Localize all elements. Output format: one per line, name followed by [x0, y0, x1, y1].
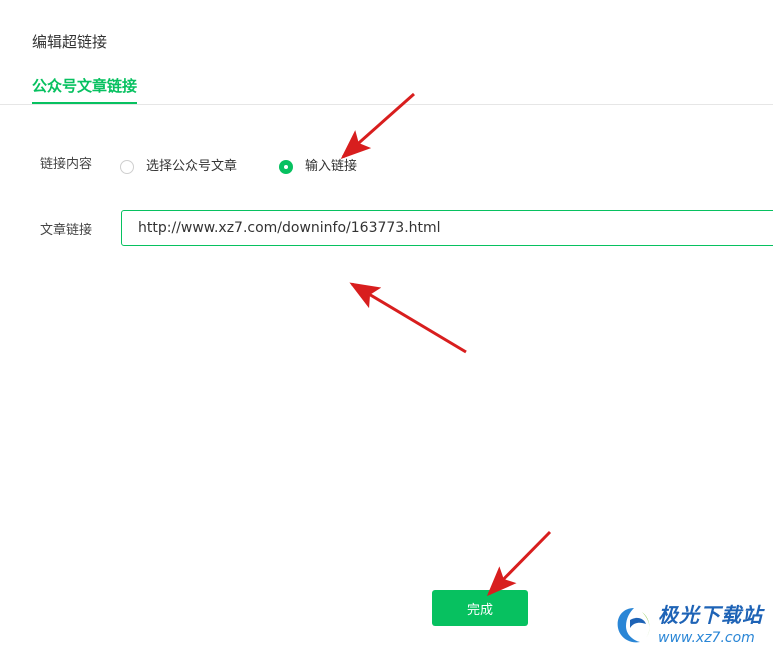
article-link-label: 文章链接: [40, 223, 93, 238]
radio-input-link[interactable]: 输入链接: [279, 158, 357, 176]
watermark-url: www.xz7.com: [658, 630, 755, 646]
radio-select-article-label: 选择公众号文章: [146, 159, 238, 174]
watermark-title: 极光下载站: [658, 603, 763, 627]
tab-official-account-article-link[interactable]: 公众号文章链接: [32, 76, 138, 104]
radio-checked-icon[interactable]: [279, 160, 293, 174]
edit-hyperlink-dialog: 编辑超链接 公众号文章链接 链接内容 选择公众号文章 输入链接 文章链接 完成 …: [0, 0, 773, 655]
annotation-arrow-to-done-button: [486, 530, 552, 597]
dialog-title: 编辑超链接: [32, 33, 108, 51]
radio-select-article[interactable]: 选择公众号文章: [120, 158, 237, 176]
tab-bar: 公众号文章链接: [0, 72, 773, 105]
radio-input-link-label: 输入链接: [305, 159, 358, 174]
aurora-logo-icon: [617, 608, 650, 643]
radio-unchecked-icon[interactable]: [120, 160, 134, 174]
link-content-label: 链接内容: [40, 157, 93, 172]
annotation-arrow-to-link-field: [349, 282, 467, 354]
done-button[interactable]: 完成: [432, 590, 528, 626]
article-link-input[interactable]: [121, 210, 773, 246]
site-watermark: 极光下载站 www.xz7.com: [612, 600, 770, 652]
